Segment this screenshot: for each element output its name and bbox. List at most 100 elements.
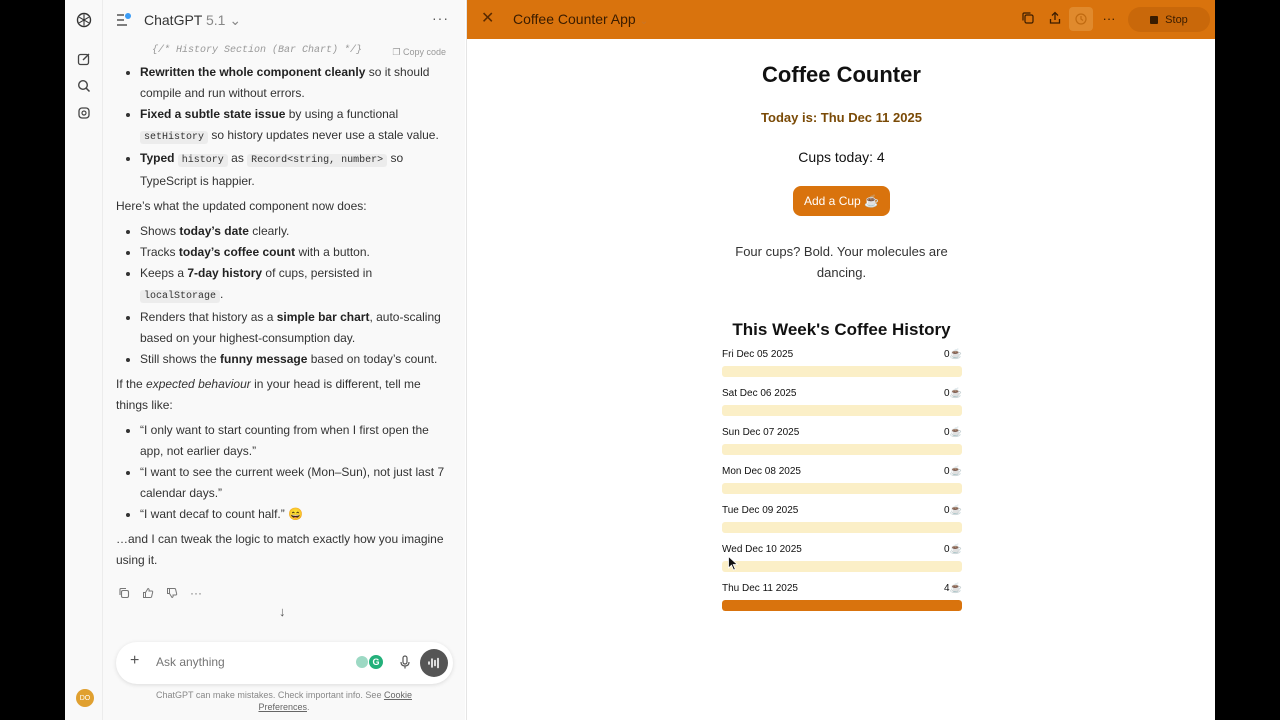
chat-pane: ChatGPT 5.1 ⌄ ··· {/* History Section (B…: [103, 0, 465, 720]
library-icon[interactable]: [74, 103, 94, 123]
list-item: “I want decaf to count half.” 😄: [140, 504, 446, 525]
list-item-text: as: [227, 151, 248, 165]
coffee-cup-icon: ☕: [949, 349, 962, 360]
arrow-down-icon[interactable]: ↓: [279, 604, 286, 619]
page-title: Coffee Counter: [762, 62, 921, 87]
history-count-label: 0☕: [944, 544, 962, 555]
stop-button[interactable]: Stop: [1128, 7, 1210, 32]
model-name: ChatGPT: [144, 12, 203, 28]
close-icon[interactable]: ✕: [481, 10, 495, 28]
more-actions-icon[interactable]: ···: [189, 586, 203, 600]
list-item-text: clearly.: [248, 224, 290, 238]
list-item-text: based on today’s count.: [307, 352, 438, 366]
chevron-down-icon: ⌄: [639, 16, 649, 27]
history-date-label: Wed Dec 10 2025: [722, 544, 802, 555]
list-item-text: Shows: [140, 224, 180, 238]
canvas-pane: ✕ Coffee Counter App ⌄ ··· Stop Coffee Co…: [466, 0, 1215, 720]
list-item: “I want to see the current week (Mon–Sun…: [140, 462, 446, 504]
paragraph-emphasis: expected behaviour: [146, 377, 251, 391]
history-bar: [722, 600, 962, 611]
sidebar-toggle-icon[interactable]: [115, 11, 133, 29]
history-bar-track: [722, 561, 962, 572]
chat-header: ChatGPT 5.1 ⌄ ···: [103, 0, 465, 40]
voice-mode-button[interactable]: [420, 649, 448, 677]
grammarly-icon[interactable]: G: [369, 655, 383, 669]
more-options-icon[interactable]: ···: [1101, 11, 1117, 27]
history-count-label: 0☕: [944, 466, 962, 477]
new-chat-icon[interactable]: [74, 49, 94, 69]
list-item-text: Renders that history as a: [140, 310, 277, 324]
history-row: Sat Dec 06 2025 0☕: [722, 387, 962, 426]
search-icon[interactable]: [74, 76, 94, 96]
cups-today: Cups today: 4: [798, 149, 885, 165]
inline-code: history: [177, 154, 228, 167]
stop-label: Stop: [1165, 13, 1188, 26]
list-item: Rewritten the whole component cleanly so…: [140, 62, 446, 104]
openai-logo-icon[interactable]: [74, 10, 94, 30]
history-row: Fri Dec 05 2025 0☕: [722, 348, 962, 387]
canvas-topbar: ✕ Coffee Counter App ⌄ ··· Stop: [467, 0, 1215, 39]
list-item-bold: today’s coffee count: [178, 245, 296, 259]
paragraph-text: If the: [116, 377, 147, 391]
copy-icon[interactable]: [117, 586, 131, 600]
thumbs-down-icon[interactable]: [165, 586, 179, 600]
feature-list: Shows today’s date clearly. Tracks today…: [116, 221, 446, 370]
avatar[interactable]: DO: [76, 689, 94, 707]
more-options-icon[interactable]: ···: [432, 10, 449, 26]
paragraph: Here’s what the updated component now do…: [116, 199, 367, 213]
canvas-title-text: Coffee Counter App: [513, 11, 636, 27]
mouse-cursor-icon: [728, 556, 738, 571]
message-actions: ···: [117, 586, 203, 600]
canvas-title[interactable]: Coffee Counter App ⌄: [513, 11, 648, 27]
inline-code: setHistory: [140, 131, 209, 144]
extension-icon[interactable]: [356, 656, 368, 668]
model-selector[interactable]: ChatGPT 5.1 ⌄: [144, 12, 241, 29]
list-item-text: Tracks: [140, 245, 179, 259]
list-item-bold: funny message: [220, 352, 308, 366]
coffee-app-preview: Coffee Counter Today is: Thu Dec 11 2025…: [467, 39, 1215, 720]
today-date: Today is: Thu Dec 11 2025: [761, 110, 922, 125]
coffee-cup-icon: ☕: [949, 544, 962, 555]
list-item-bold: simple bar chart: [276, 310, 370, 324]
left-rail: DO: [65, 0, 103, 720]
list-item-text: by using a functional: [285, 107, 399, 121]
coffee-cup-icon: ☕: [949, 583, 962, 594]
history-date-label: Tue Dec 09 2025: [722, 505, 799, 516]
assistant-message: {/* History Section (Bar Chart) */} ❐ Co…: [116, 40, 446, 575]
history-bar-track: [722, 600, 962, 611]
history-count-label: 0☕: [944, 427, 962, 438]
inline-code: Record<string, number>: [247, 154, 388, 167]
composer: + G: [116, 642, 453, 684]
list-item: Keeps a 7-day history of cups, persisted…: [140, 263, 446, 307]
history-count-label: 4☕: [944, 583, 962, 594]
change-list: Rewritten the whole component cleanly so…: [116, 62, 446, 192]
prompt-input[interactable]: [156, 655, 336, 669]
coffee-cup-icon: ☕: [949, 505, 962, 516]
history-bar-track: [722, 444, 962, 455]
history-date-label: Mon Dec 08 2025: [722, 466, 801, 477]
list-item-text: Keeps a: [140, 266, 188, 280]
history-icon[interactable]: [1069, 7, 1093, 31]
copy-code-label: Copy code: [402, 47, 446, 57]
list-item-bold: Typed: [140, 151, 175, 165]
copy-code-button[interactable]: ❐ Copy code: [392, 42, 446, 63]
plus-icon[interactable]: +: [130, 652, 139, 670]
thumbs-up-icon[interactable]: [141, 586, 155, 600]
microphone-icon[interactable]: [397, 654, 413, 670]
add-cup-button[interactable]: Add a Cup ☕: [793, 186, 890, 216]
list-item-bold: Fixed a subtle state issue: [140, 107, 286, 121]
list-item: Shows today’s date clearly.: [140, 221, 446, 242]
history-date-label: Thu Dec 11 2025: [722, 583, 798, 594]
copy-icon[interactable]: [1020, 11, 1036, 27]
share-icon[interactable]: [1047, 11, 1063, 27]
list-item: Typed history as Record<string, number> …: [140, 148, 446, 192]
history-bar-track: [722, 522, 962, 533]
history-row: Sun Dec 07 2025 0☕: [722, 426, 962, 465]
example-list: “I only want to start counting from when…: [116, 420, 446, 525]
history-date-label: Fri Dec 05 2025: [722, 349, 794, 360]
model-version: 5.1: [206, 12, 226, 28]
history-count-label: 0☕: [944, 505, 962, 516]
list-item: Tracks today’s coffee count with a butto…: [140, 242, 446, 263]
stop-icon: [1150, 15, 1159, 24]
history-bar-track: [722, 483, 962, 494]
